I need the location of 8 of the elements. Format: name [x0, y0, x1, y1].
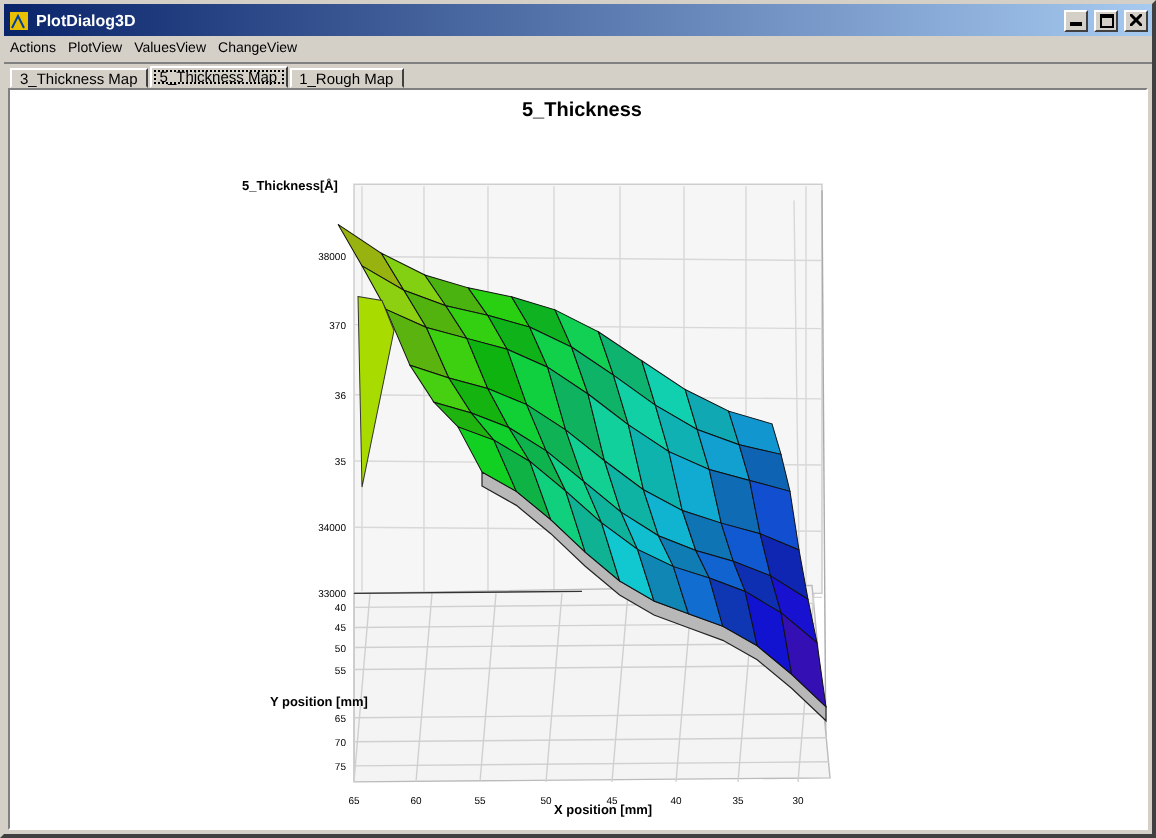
minimize-button[interactable]: [1064, 9, 1088, 31]
maximize-icon: [1099, 13, 1113, 27]
close-button[interactable]: [1124, 9, 1148, 31]
maximize-button[interactable]: [1094, 9, 1118, 31]
app-icon: [8, 9, 30, 31]
close-icon: [1130, 14, 1142, 26]
plot-title: 5_Thickness: [522, 100, 642, 123]
window-title: PlotDialog3D: [36, 11, 138, 29]
